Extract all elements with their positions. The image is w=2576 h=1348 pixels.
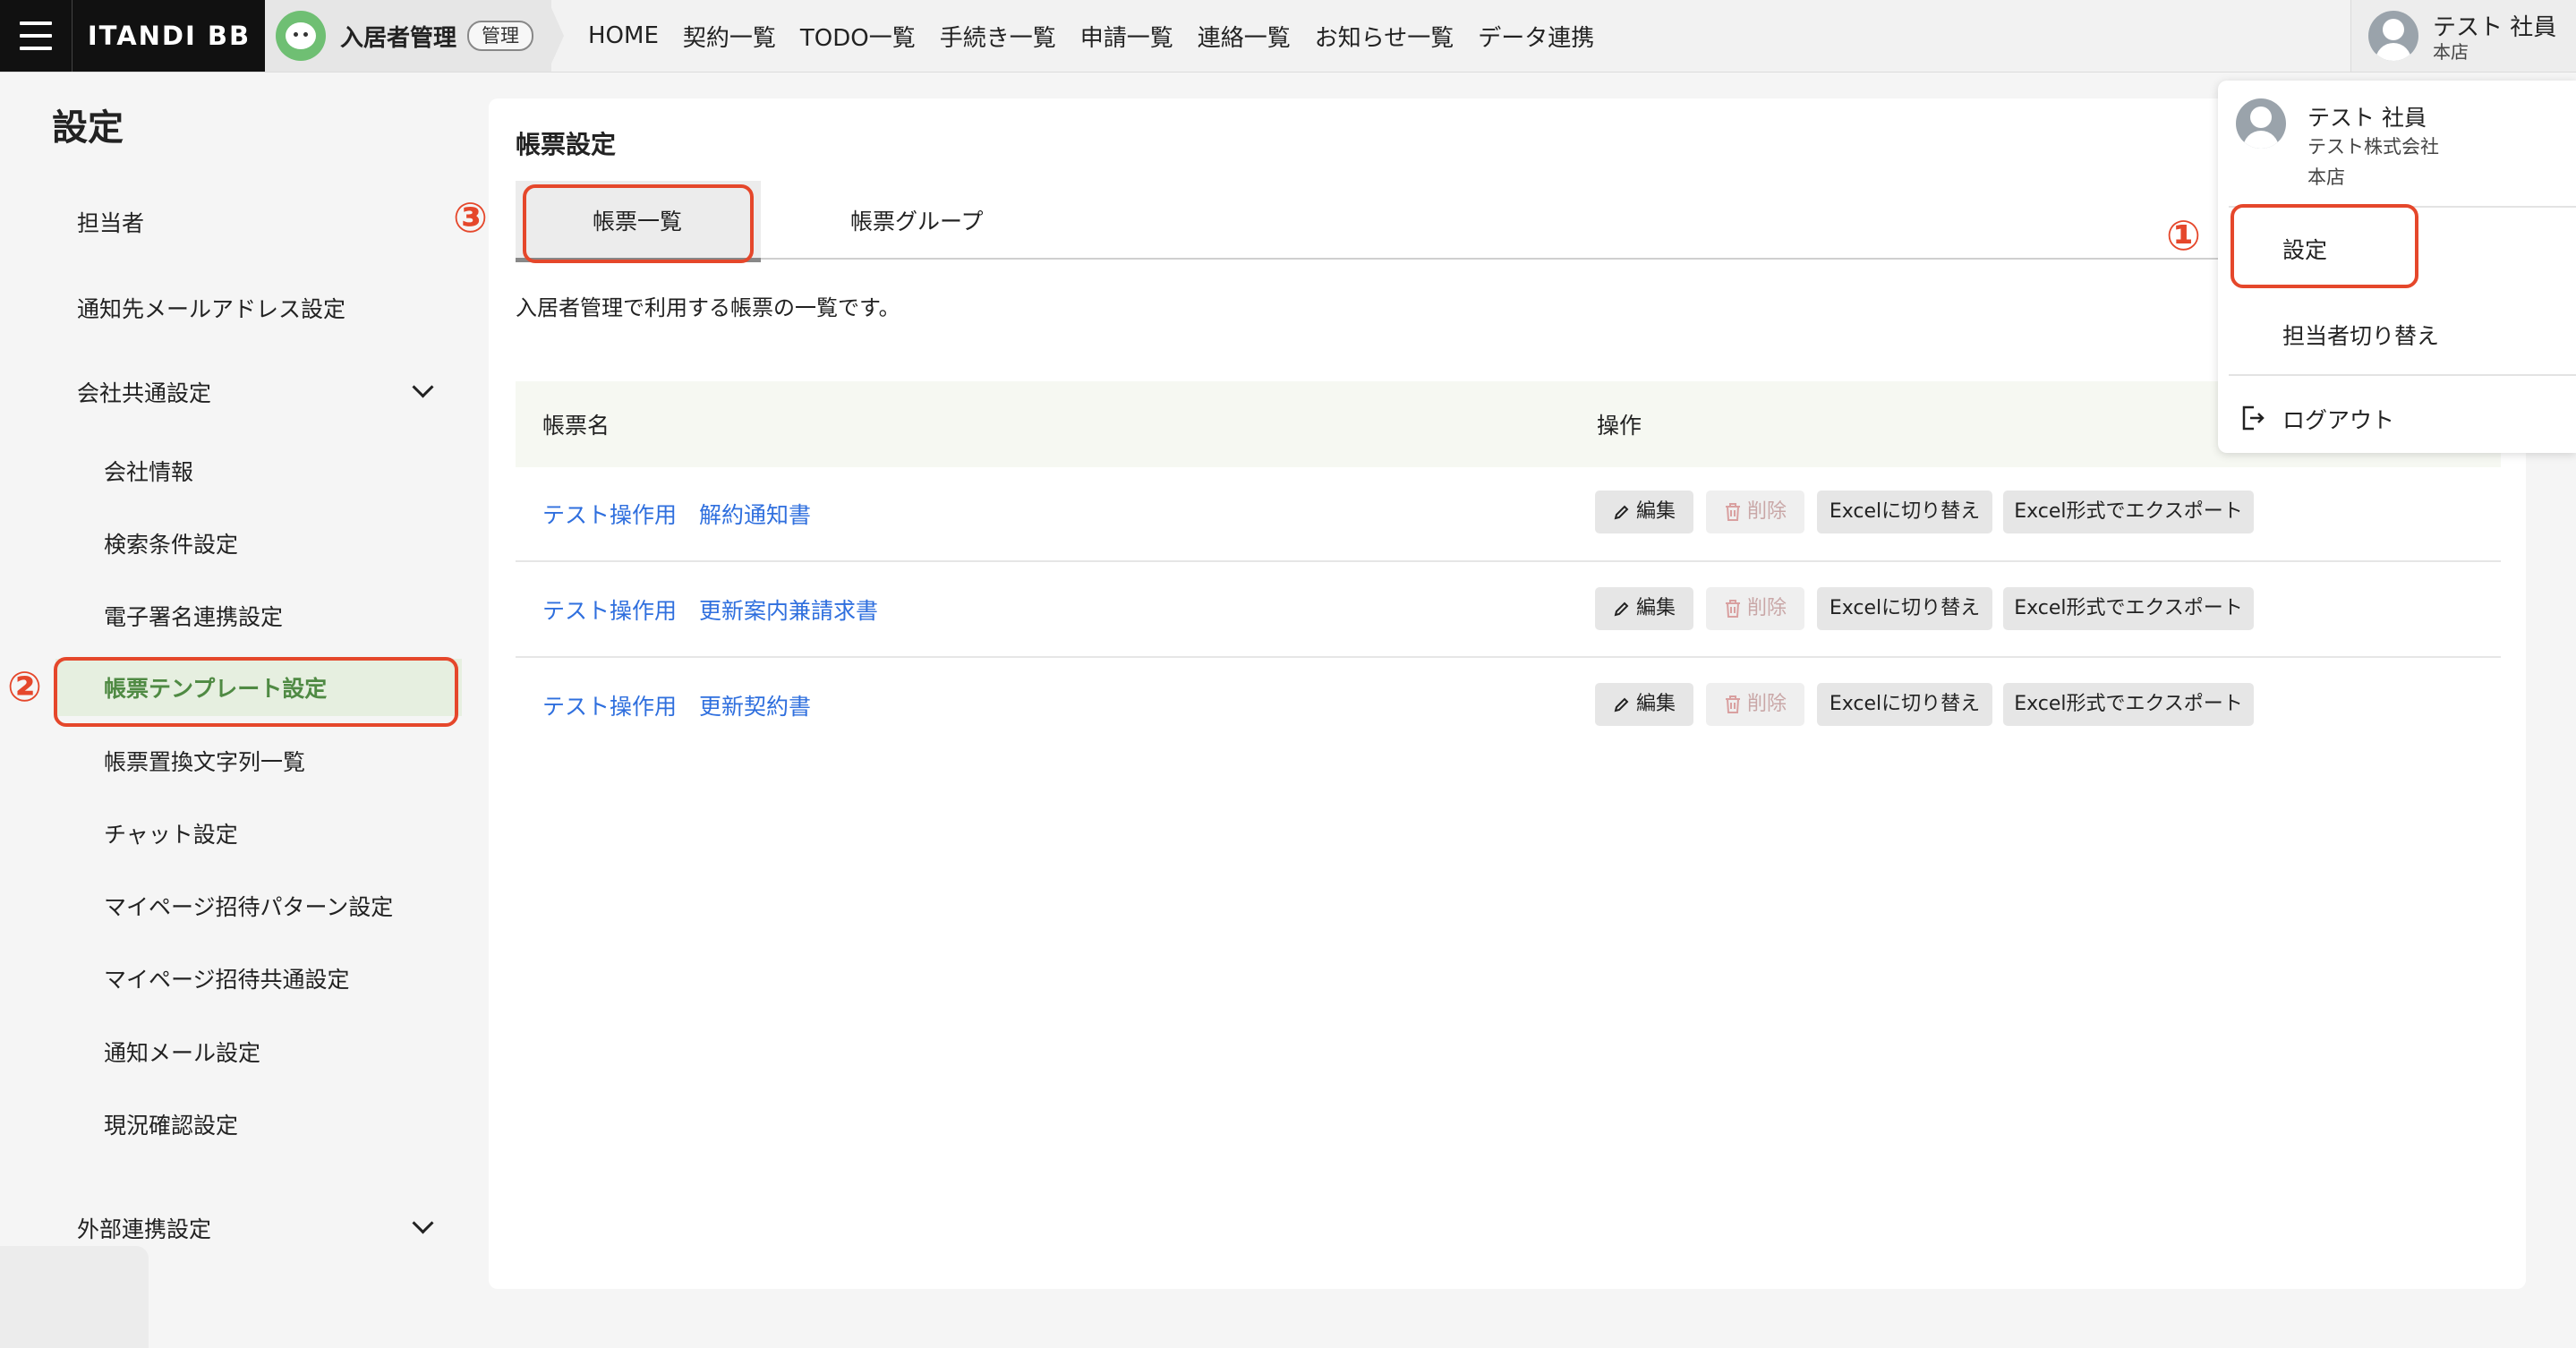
hamburger-menu-icon[interactable]	[0, 0, 72, 72]
table-row-link[interactable]: テスト操作用 更新案内兼請求書	[542, 593, 878, 626]
switch-excel-button[interactable]: Excelに切り替え	[1817, 491, 1992, 533]
export-excel-button[interactable]: Excel形式でエクスポート	[2003, 491, 2254, 533]
global-nav: HOME 契約一覧 TODO一覧 手続き一覧 申請一覧 連絡一覧 お知らせ一覧 …	[564, 0, 1594, 72]
table-header	[516, 381, 2501, 467]
page-title: 設定	[52, 107, 124, 149]
user-avatar-icon[interactable]	[2368, 11, 2418, 61]
export-excel-button[interactable]: Excel形式でエクスポート	[2003, 587, 2254, 630]
delete-button[interactable]: 削除	[1706, 587, 1804, 630]
sidebar-item-mypage-common[interactable]: マイページ招待共通設定	[104, 962, 350, 994]
sidebar-item-search-condition[interactable]: 検索条件設定	[104, 527, 238, 559]
delete-button-label: 削除	[1746, 693, 1787, 715]
trash-icon	[1725, 600, 1740, 618]
edit-button[interactable]: 編集	[1595, 587, 1693, 630]
nav-notices[interactable]: お知らせ一覧	[1315, 20, 1454, 53]
dropdown-divider	[2229, 374, 2576, 376]
annotation-callout-tab	[523, 184, 754, 263]
annotation-marker-2: ②	[7, 662, 42, 711]
nav-home[interactable]: HOME	[588, 22, 659, 49]
sidebar-item-replace-strings[interactable]: 帳票置換文字列一覧	[104, 745, 305, 777]
sidebar-item-mypage-pattern[interactable]: マイページ招待パターン設定	[104, 890, 393, 922]
dropdown-user-name: テスト 社員	[2307, 105, 2427, 131]
chevron-down-icon[interactable]	[412, 1212, 434, 1234]
trash-icon	[1725, 503, 1740, 521]
annotation-marker-3: ③	[453, 193, 488, 242]
edit-button-label: 編集	[1635, 693, 1676, 715]
service-name: 入居者管理	[340, 25, 457, 52]
tab-divider	[516, 258, 2499, 260]
nav-applications[interactable]: 申請一覧	[1080, 20, 1173, 53]
sidebar-item-tantousha[interactable]: 担当者	[77, 206, 144, 238]
nav-contracts[interactable]: 契約一覧	[683, 20, 776, 53]
sidebar-item-esign[interactable]: 電子署名連携設定	[104, 600, 283, 632]
switch-excel-button[interactable]: Excelに切り替え	[1817, 587, 1992, 630]
floating-widget[interactable]	[0, 1246, 149, 1348]
brand-logo[interactable]: ITANDI BB	[72, 0, 266, 72]
pencil-icon	[1614, 505, 1629, 520]
dropdown-switch-user[interactable]: 担当者切り替え	[2282, 319, 2439, 351]
delete-button[interactable]: 削除	[1706, 683, 1804, 726]
sidebar-item-company-info[interactable]: 会社情報	[104, 455, 193, 487]
admin-badge: 管理	[467, 21, 533, 51]
sidebar-item-notify-mail-setting[interactable]: 通知メール設定	[104, 1036, 260, 1068]
dropdown-company: テスト株式会社	[2307, 136, 2439, 158]
edit-button-label: 編集	[1635, 597, 1676, 619]
switch-excel-button[interactable]: Excelに切り替え	[1817, 683, 1992, 726]
pencil-icon	[1614, 601, 1629, 617]
logout-icon[interactable]	[2241, 405, 2266, 431]
row-divider	[516, 560, 2501, 562]
tab-form-group[interactable]: 帳票グループ	[850, 204, 984, 236]
trash-icon	[1725, 695, 1740, 713]
sidebar-item-company-common[interactable]: 会社共通設定	[77, 376, 211, 408]
service-mascot-icon	[276, 11, 326, 61]
nav-data-integration[interactable]: データ連携	[1478, 20, 1594, 53]
annotation-callout-template	[54, 657, 458, 727]
row-divider	[516, 656, 2501, 658]
table-row-link[interactable]: テスト操作用 更新契約書	[542, 689, 811, 721]
annotation-marker-1: ①	[2166, 211, 2201, 260]
annotation-callout-settings	[2231, 204, 2418, 288]
delete-button-label: 削除	[1746, 500, 1787, 523]
export-excel-button[interactable]: Excel形式でエクスポート	[2003, 683, 2254, 726]
chevron-down-icon[interactable]	[412, 376, 434, 398]
column-header-actions: 操作	[1597, 413, 1642, 439]
description-text: 入居者管理で利用する帳票の一覧です。	[516, 295, 900, 320]
sidebar-item-external[interactable]: 外部連携設定	[77, 1212, 211, 1244]
edit-button[interactable]: 編集	[1595, 683, 1693, 726]
edit-button-label: 編集	[1635, 500, 1676, 523]
nav-messages[interactable]: 連絡一覧	[1198, 20, 1291, 53]
service-switcher-arrow	[548, 0, 564, 72]
pencil-icon	[1614, 697, 1629, 712]
sidebar-item-notify-mail[interactable]: 通知先メールアドレス設定	[77, 292, 345, 324]
column-header-name: 帳票名	[542, 413, 610, 439]
delete-button[interactable]: 削除	[1706, 491, 1804, 533]
sidebar-item-chat[interactable]: チャット設定	[104, 817, 238, 849]
nav-todo[interactable]: TODO一覧	[800, 20, 916, 53]
panel-title: 帳票設定	[516, 130, 617, 159]
dropdown-avatar-icon	[2236, 98, 2286, 149]
sidebar-item-status-check[interactable]: 現況確認設定	[104, 1108, 238, 1140]
nav-procedures[interactable]: 手続き一覧	[940, 20, 1056, 53]
dropdown-logout[interactable]: ログアウト	[2282, 403, 2394, 435]
header-user-store[interactable]: 本店	[2433, 38, 2469, 64]
edit-button[interactable]: 編集	[1595, 491, 1693, 533]
dropdown-store: 本店	[2307, 166, 2345, 188]
table-row-link[interactable]: テスト操作用 解約通知書	[542, 498, 811, 530]
delete-button-label: 削除	[1746, 597, 1787, 619]
